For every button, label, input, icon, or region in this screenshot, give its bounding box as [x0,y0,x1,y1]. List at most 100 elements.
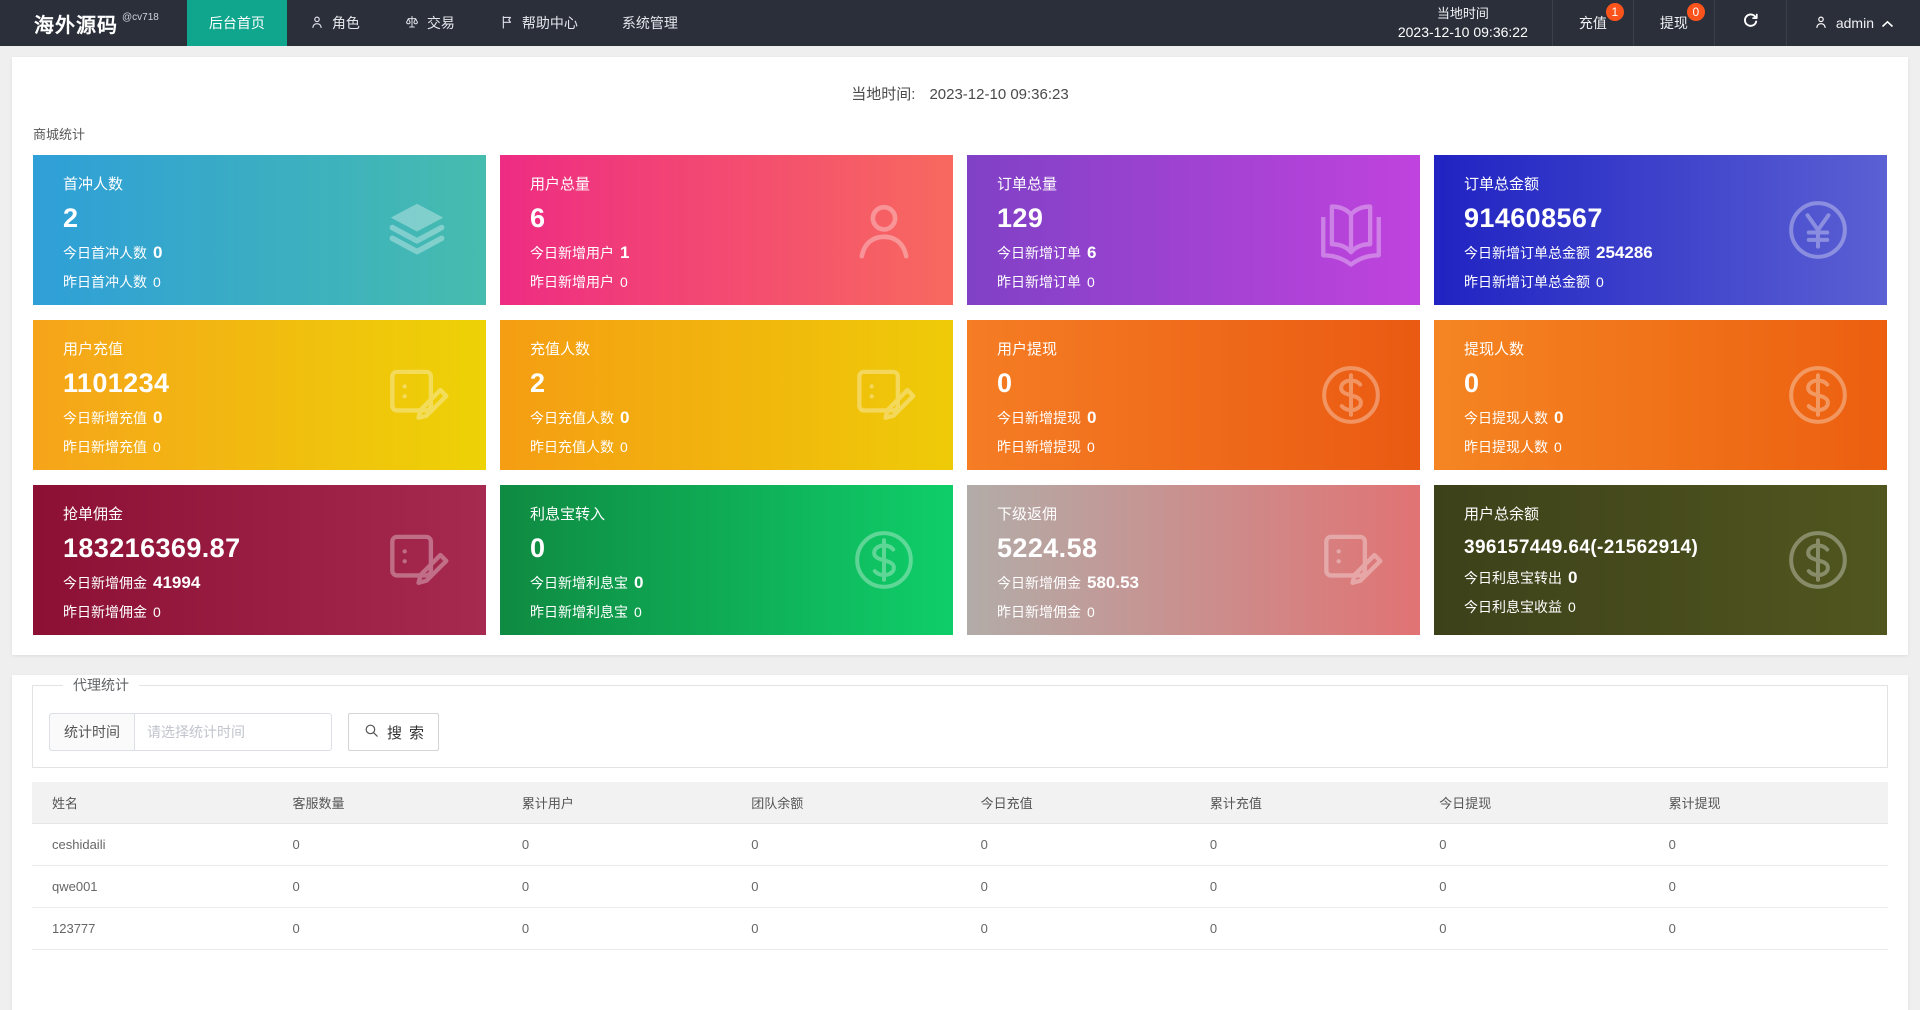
card-line2-value: 0 [1554,439,1562,455]
username: admin [1835,15,1874,31]
dollar-circle-icon [1314,358,1388,432]
flag-icon [499,14,515,33]
table-header-cell: 客服数量 [282,782,512,824]
scales-icon [404,14,420,33]
agent-table: 姓名 客服数量 累计用户 团队余额 今日充值 累计充值 今日提现 累计提现 ce… [32,782,1888,950]
table-cell: 0 [1658,907,1888,950]
card-line2-label: 今日利息宝收益 [1464,599,1562,615]
agent-search-row: 统计时间 搜索 [49,713,1871,751]
card-value: 914608567 [1464,203,1603,233]
card-line1-value: 6 [1087,243,1097,262]
brand-title: 海外源码 [34,14,118,37]
menu-item-help-center[interactable]: 帮助中心 [477,0,600,46]
card-line2-label: 昨日充值人数 [530,439,614,455]
card-title: 用户提现 [997,341,1058,358]
stat-card-total-order-amount: 订单总金额 914608567 今日新增订单总金额 254286 昨日新增订单总金… [1434,155,1887,305]
table-row: 123777 0 0 0 0 0 0 0 [32,907,1888,950]
table-cell: 0 [1199,865,1430,908]
table-cell: 0 [282,865,512,908]
table-cell: 0 [970,907,1200,950]
card-value: 129 [997,203,1044,233]
table-cell: 123777 [32,907,283,950]
card-line1-label: 今日利息宝转出 [1464,570,1562,586]
card-line1-label: 今日新增用户 [530,245,614,261]
card-line1-label: 今日新增充值 [63,410,147,426]
table-header-cell: 姓名 [32,782,283,824]
stat-card-user-recharge: 用户充值 1101234 今日新增充值 0 昨日新增充值 0 [33,320,486,470]
table-cell: 0 [1429,865,1659,908]
dollar-circle-icon [1781,523,1855,597]
card-line2-label: 昨日新增佣金 [63,604,147,620]
table-row: ceshidaili 0 0 0 0 0 0 0 [32,823,1888,866]
table-header-cell: 累计充值 [1199,782,1430,824]
agent-stats-legend: 代理统计 [73,677,129,693]
card-value: 183216369.87 [63,533,241,563]
card-line2-label: 昨日新增利息宝 [530,604,628,620]
table-cell: 0 [741,865,971,908]
card-value: 2 [530,368,546,398]
table-header-cell: 团队余额 [741,782,971,824]
withdraw-badge: 0 [1686,3,1705,21]
stat-time-input[interactable] [134,713,332,751]
card-line2-value: 0 [1087,274,1095,290]
card-line2-label: 昨日首冲人数 [63,274,147,290]
card-line1-label: 今日提现人数 [1464,410,1548,426]
agent-panel: 代理统计 统计时间 搜索 姓名 客服数量 累计用户 团队余额 今日充值 累计充值… [12,675,1908,1010]
menu-item-dashboard[interactable]: 后台首页 [186,0,287,46]
recharge-badge: 1 [1605,3,1624,21]
card-title: 利息宝转入 [530,506,606,523]
card-line1-value: 0 [1568,568,1578,587]
card-line2-value: 0 [1087,604,1095,620]
card-value: 5224.58 [997,533,1098,563]
brand-subtitle: @cv718 [122,11,159,23]
card-line2-label: 昨日新增用户 [530,274,614,290]
card-line1-label: 今日新增利息宝 [530,575,628,591]
table-cell: 0 [1199,907,1430,950]
card-title: 用户总余额 [1464,506,1540,523]
card-title: 用户充值 [63,341,124,358]
card-line1-label: 今日新增佣金 [63,575,147,591]
layers-icon [380,193,454,267]
agent-table-header: 姓名 客服数量 累计用户 团队余额 今日充值 累计充值 今日提现 累计提现 [32,782,1888,824]
book-icon [1314,193,1388,267]
table-cell: 0 [1658,865,1888,908]
dollar-circle-icon [1781,358,1855,432]
card-line1-label: 今日充值人数 [530,410,614,426]
local-time-display: 当地时间 2023-12-10 09:36:22 [1374,0,1552,46]
card-line2-value: 0 [620,439,628,455]
card-line2-value: 0 [1087,439,1095,455]
table-header-cell: 累计提现 [1658,782,1888,824]
menu-item-system[interactable]: 系统管理 [600,0,700,46]
search-icon [363,722,380,743]
card-line2-label: 昨日新增订单总金额 [1464,274,1590,290]
card-line1-label: 今日新增提现 [997,410,1081,426]
stat-card-user-withdraw: 用户提现 0 今日新增提现 0 昨日新增提现 0 [967,320,1420,470]
menu-item-roles[interactable]: 角色 [287,0,382,46]
withdraw-nav-button[interactable]: 提现 0 [1632,0,1714,46]
refresh-button[interactable] [1713,0,1786,46]
section-title-shop-stats: 商城统计 [33,127,86,142]
search-button[interactable]: 搜索 [348,713,440,751]
card-value: 0 [1464,368,1480,398]
table-cell: 0 [282,907,512,950]
panel-time-label: 当地时间: [851,86,916,103]
table-cell: 0 [511,823,742,866]
card-line1-value: 0 [153,243,163,262]
card-line2-label: 昨日提现人数 [1464,439,1548,455]
menu-item-trade[interactable]: 交易 [382,0,477,46]
top-navbar: 海外源码 @cv718 后台首页 角色 交易 帮助中心 系统管理 当地时间 20… [0,0,1920,46]
recharge-nav-button[interactable]: 充值 1 [1551,0,1633,46]
user-icon [847,193,921,267]
user-menu[interactable]: admin [1785,0,1920,46]
navbar-right: 当地时间 2023-12-10 09:36:22 充值 1 提现 0 admin [1374,0,1920,46]
menu-label: 交易 [426,15,455,31]
table-header-cell: 今日提现 [1429,782,1659,824]
card-title: 提现人数 [1464,341,1525,358]
user-icon [309,14,325,33]
card-line2-label: 昨日新增提现 [997,439,1081,455]
brand-logo[interactable]: 海外源码 @cv718 [0,0,187,46]
card-line1-value: 254286 [1596,243,1653,262]
stat-time-label: 统计时间 [49,713,134,751]
card-line2-value: 0 [1568,599,1576,615]
card-line1-value: 0 [620,408,630,427]
